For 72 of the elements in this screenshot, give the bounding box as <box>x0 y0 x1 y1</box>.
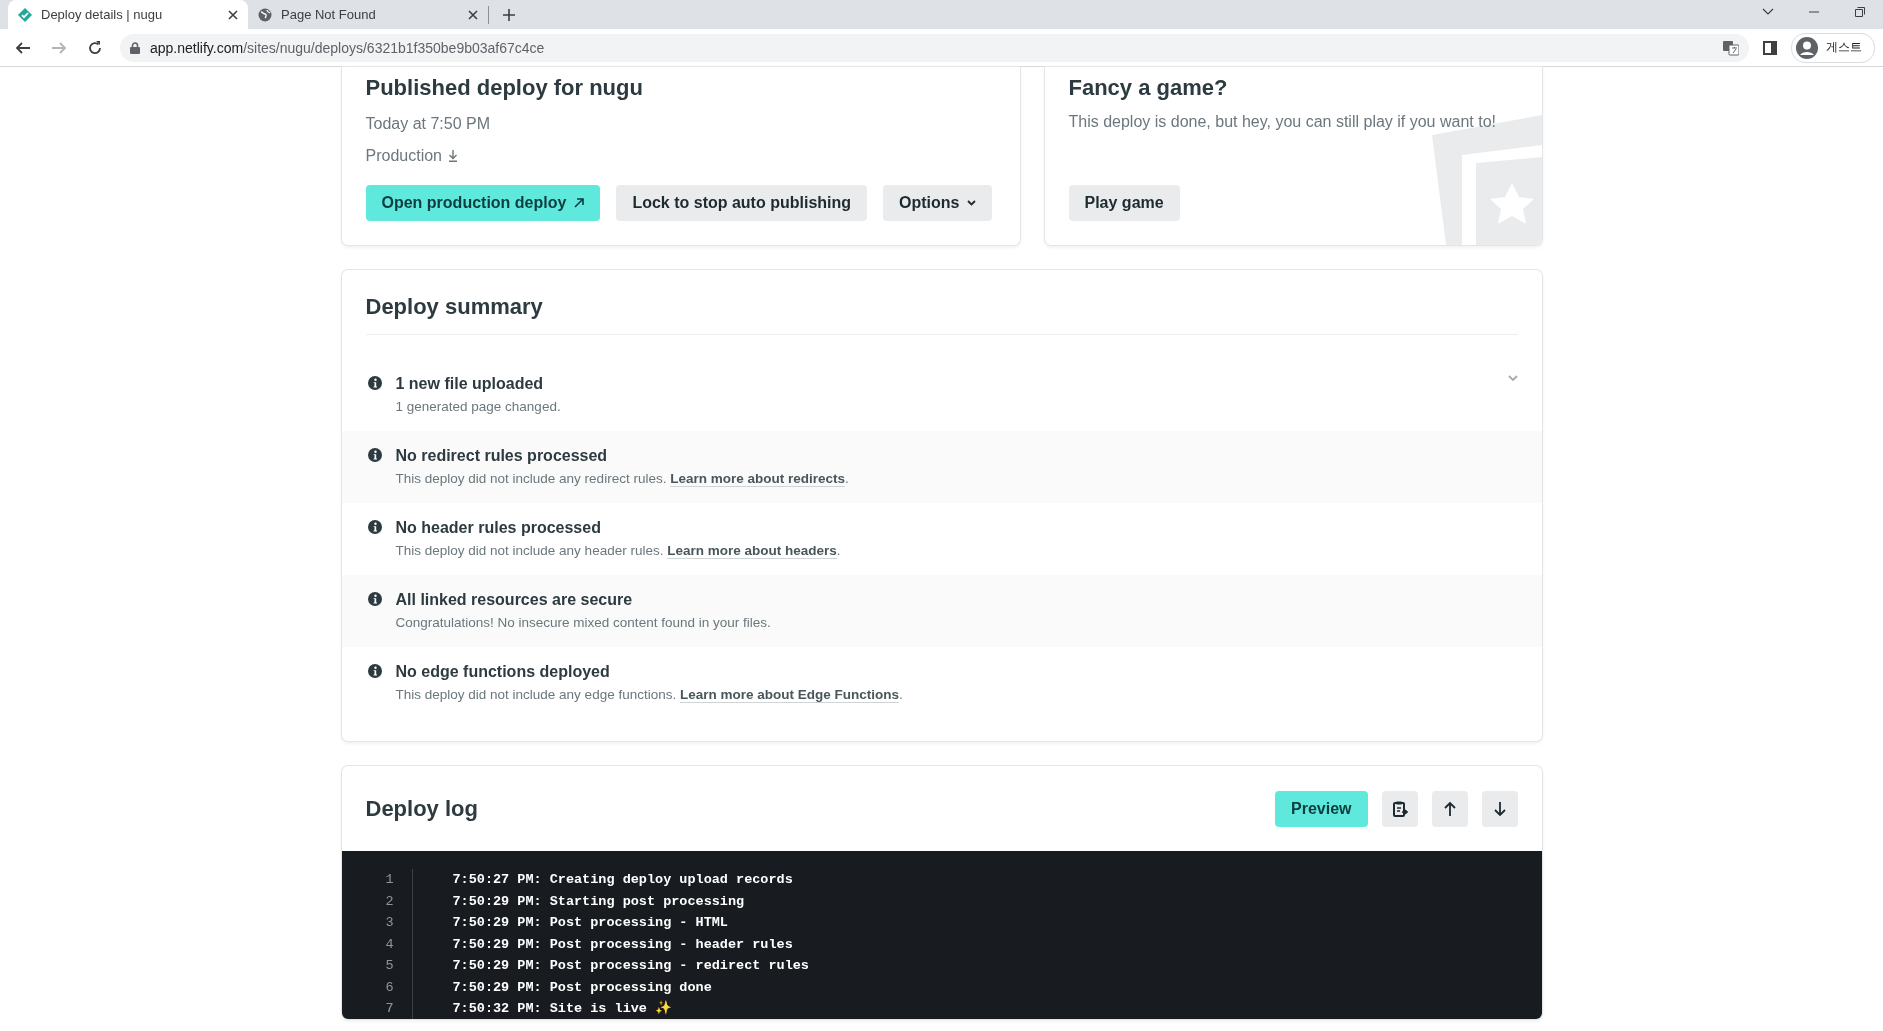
line-number: 2 <box>341 890 413 912</box>
learn-more-link[interactable]: Learn more about redirects <box>670 471 845 487</box>
scroll-bottom-button[interactable] <box>1481 790 1518 827</box>
action-button[interactable]: Lock to stop auto publishing <box>616 185 868 221</box>
side-panel-icon <box>1763 40 1777 55</box>
info-icon <box>367 448 382 462</box>
game-text: This deploy is done, but hey, you can still play if you want to! <box>1068 112 1497 132</box>
info-icon <box>367 376 382 390</box>
profile-button[interactable]: 게스트 <box>1791 32 1875 63</box>
item-title: No redirect rules processed <box>395 446 609 466</box>
play-game-button[interactable]: Play game <box>1068 185 1180 221</box>
forward-icon <box>51 39 67 56</box>
card-title: Fancy a game? <box>1068 74 1229 102</box>
diamond-icon <box>18 7 32 22</box>
info-icon <box>367 664 382 678</box>
action-button[interactable]: Options <box>883 185 993 221</box>
item-title: All linked resources are secure <box>395 590 634 610</box>
item-title: No header rules processed <box>395 518 602 538</box>
item-title: 1 new file uploaded <box>395 374 545 394</box>
external-link-icon <box>574 198 585 208</box>
log-line: 7:50:32 PM: Site is live ✨ <box>451 999 673 1018</box>
branch-label: Production <box>365 146 442 166</box>
plus-icon <box>503 8 515 21</box>
avatar-icon <box>1796 36 1818 59</box>
deploy-time: Today at 7:50 PM <box>365 114 491 134</box>
info-icon <box>367 592 382 606</box>
item-description: This deploy did not include any header rules. Learn more about headers. <box>395 542 842 561</box>
info-icon <box>367 520 382 534</box>
item-description: This deploy did not include any edge functions. Learn more about Edge Functions. <box>395 686 904 705</box>
section-title: Deploy summary <box>365 292 1518 335</box>
line-number: 6 <box>341 976 413 998</box>
close-icon <box>468 9 478 20</box>
globe-icon <box>258 7 272 22</box>
download-icon <box>448 150 458 162</box>
reload-icon <box>87 39 103 56</box>
lock-icon <box>130 41 140 54</box>
line-number: 5 <box>341 955 413 977</box>
back-icon <box>15 39 31 56</box>
translate-icon <box>1723 39 1739 56</box>
chevron-down-icon <box>1762 8 1774 16</box>
item-description: 1 generated page changed. <box>395 398 562 416</box>
close-icon <box>228 9 238 20</box>
line-number: 7 <box>341 998 413 1019</box>
line-number: 1 <box>341 869 413 891</box>
caret-icon <box>967 200 977 206</box>
learn-more-link[interactable]: Learn more about headers <box>667 543 837 559</box>
preview-button[interactable]: Preview <box>1275 790 1368 827</box>
log-line: 7:50:29 PM: Post processing - HTML <box>451 914 728 932</box>
log-line: 7:50:29 PM: Starting post processing <box>451 892 745 911</box>
clipboard-icon <box>1391 800 1408 817</box>
card-title: Published deploy for nugu <box>365 74 644 102</box>
minimize-icon <box>1809 11 1819 13</box>
item-title: No edge functions deployed <box>395 662 611 682</box>
log-line: 7:50:29 PM: Post processing - redirect rules <box>451 957 809 975</box>
item-description: This deploy did not include any redirect rules. Learn more about redirects. <box>395 470 850 489</box>
browser-tab[interactable]: Page Not Found <box>248 0 488 29</box>
scroll-top-button[interactable] <box>1431 790 1468 827</box>
learn-more-link[interactable]: Learn more about Edge Functions <box>679 687 899 703</box>
log-line: 7:50:27 PM: Creating deploy upload records <box>451 871 793 889</box>
line-number: 3 <box>341 912 413 934</box>
action-button[interactable]: Open production deploy <box>365 185 601 221</box>
item-description: Congratulations! No insecure mixed content found in your files. <box>395 614 772 632</box>
section-title: Deploy log <box>365 794 479 823</box>
browser-tab[interactable]: Deploy details | nugu <box>8 0 248 29</box>
arrow-down-icon <box>1491 800 1508 817</box>
copy-log-button[interactable] <box>1381 790 1418 827</box>
line-number: 4 <box>341 933 413 955</box>
address-bar[interactable]: app.netlify.com/sites/nugu/deploys/6321b1f350be9b03af67c4ce <box>120 33 1749 62</box>
log-line: 7:50:29 PM: Post processing done <box>451 978 712 997</box>
url-text: app.netlify.com/sites/nugu/deploys/6321b1f350be9b03af67c4ce <box>150 39 545 56</box>
log-line: 7:50:29 PM: Post processing - header rules <box>451 935 793 954</box>
restore-icon <box>1855 7 1865 17</box>
